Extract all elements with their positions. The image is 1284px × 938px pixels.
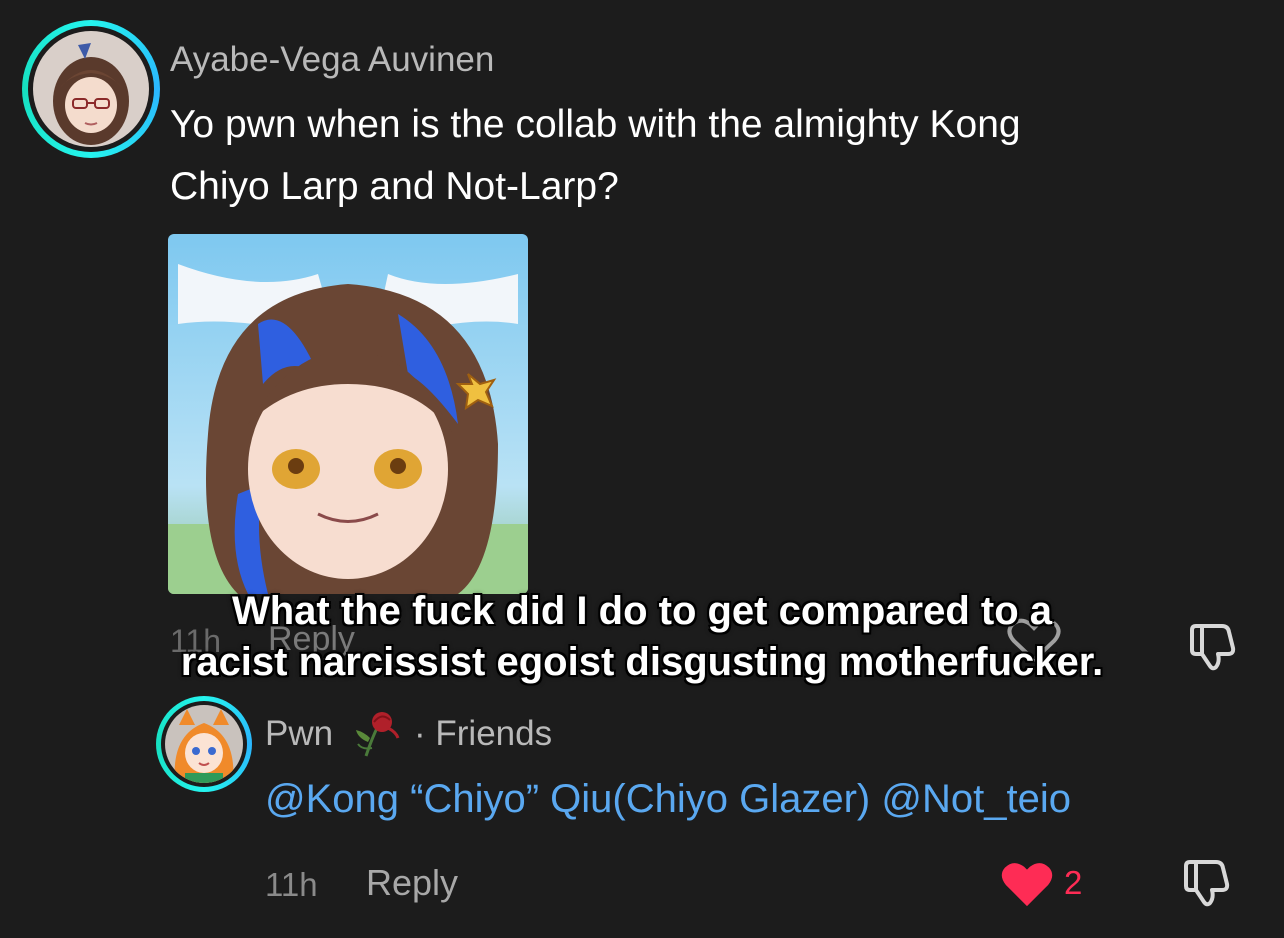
rose-emoji-icon [356, 712, 400, 757]
comment-image[interactable] [168, 234, 528, 594]
mention-kong-chiyo[interactable]: @Kong “Chiyo” Qiu(Chiyo Glazer) [265, 777, 870, 821]
like-count: 2 [1064, 864, 1083, 901]
reply-username[interactable]: Pwn [265, 714, 333, 754]
mention-not-teio[interactable]: @Not_teio [881, 777, 1071, 821]
comment-text-line1: Yo pwn when is the collab with the almig… [170, 103, 1021, 146]
commenter-username[interactable]: Ayabe-Vega Auvinen [170, 40, 494, 80]
reply-avatar-image [165, 705, 243, 783]
reply-reply-button[interactable]: Reply [366, 862, 458, 904]
caption-line2: racist narcissist egoist disgusting moth… [180, 640, 1104, 684]
video-caption: What the fuck did I do to get compared t… [0, 586, 1284, 688]
commenter-avatar[interactable] [22, 20, 160, 158]
reply-text: @Kong “Chiyo” Qiu(Chiyo Glazer) @Not_tei… [265, 768, 1071, 830]
heart-icon[interactable] [1000, 860, 1054, 908]
comment-text: Yo pwn when is the collab with the almig… [170, 94, 1021, 218]
reply-time: 11h [265, 866, 318, 903]
friends-badge: · Friends [414, 714, 553, 753]
commenter-avatar-image [33, 31, 149, 147]
caption-line1: What the fuck did I do to get compared t… [231, 589, 1053, 633]
reply-avatar[interactable] [156, 696, 252, 792]
comment-text-line2: Chiyo Larp and Not-Larp? [170, 165, 619, 208]
dislike-icon[interactable] [1180, 856, 1234, 910]
